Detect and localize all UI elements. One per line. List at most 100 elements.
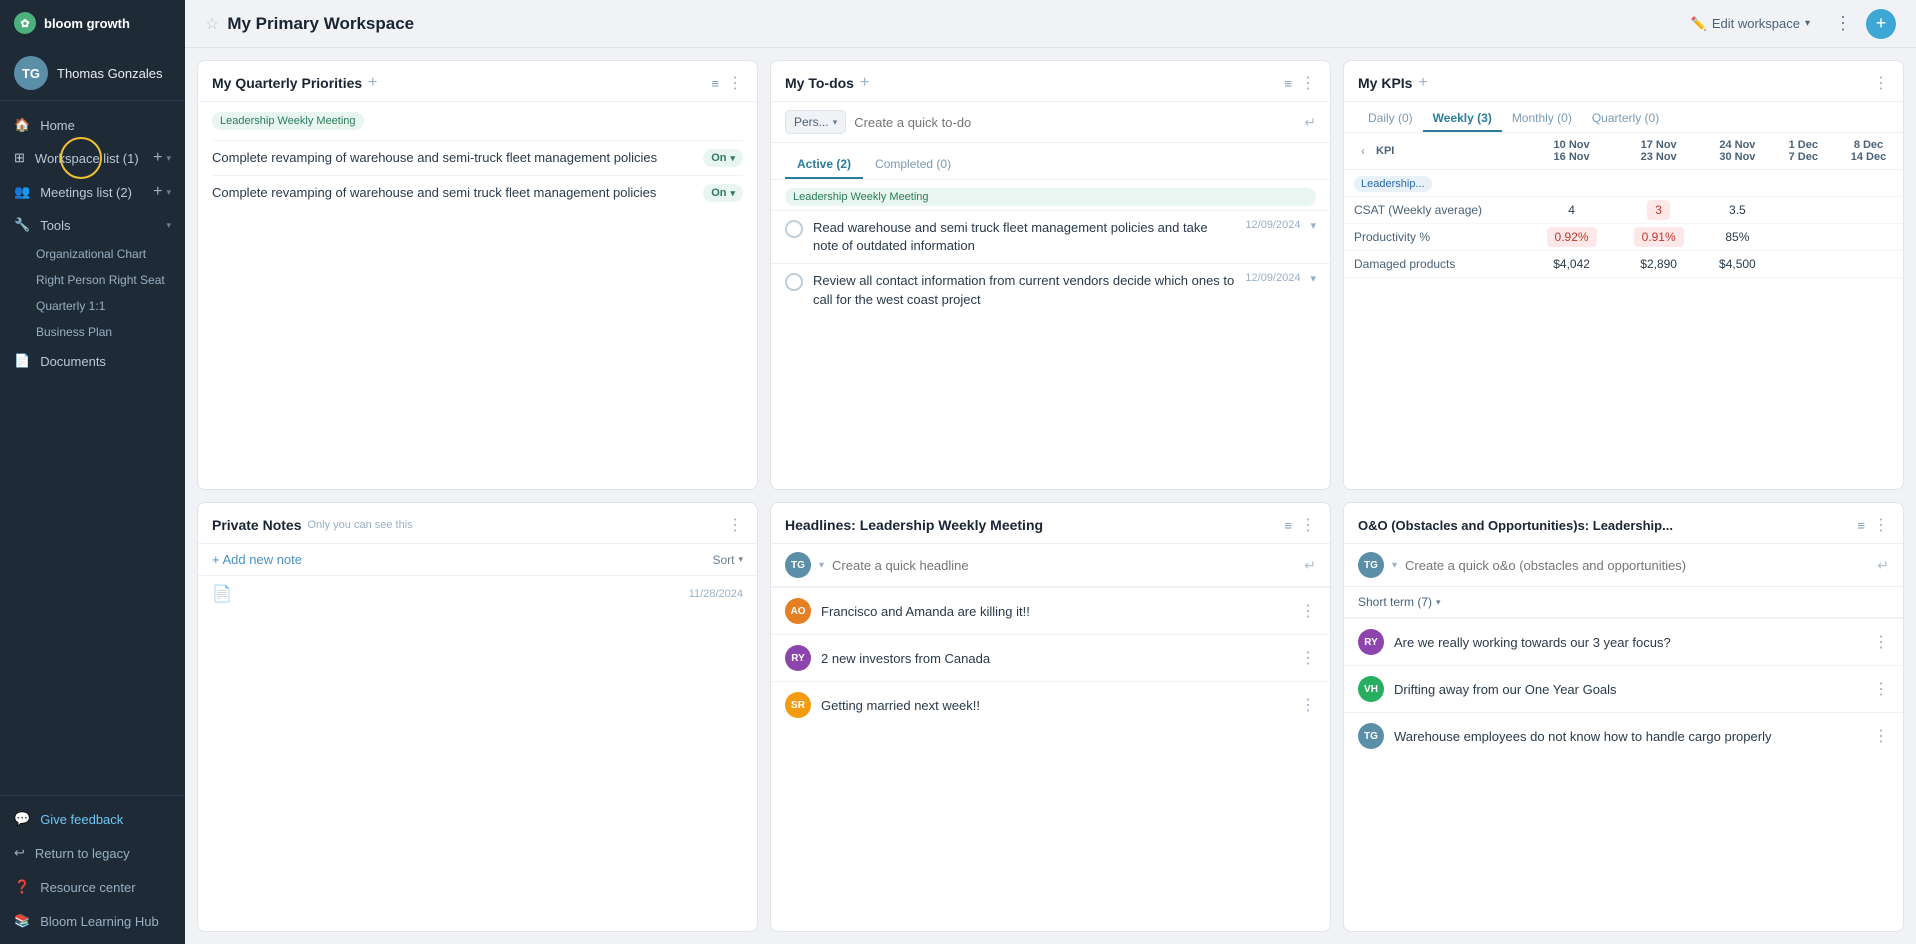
meetings-label: Meetings list (2) <box>40 185 132 200</box>
prev-arrow[interactable]: ‹ <box>1354 142 1372 160</box>
todos-header: My To-dos + ≡ ⋮ <box>771 61 1330 102</box>
question-icon: ❓ <box>14 879 30 895</box>
tools-icon: 🔧 <box>14 217 30 233</box>
tools-section[interactable]: 🔧 Tools ▾ <box>0 209 185 241</box>
oo-avatar-chevron[interactable]: ▾ <box>1392 560 1397 571</box>
tab-active[interactable]: Active (2) <box>785 151 863 179</box>
sidebar-item-home[interactable]: 🏠 Home <box>0 109 185 141</box>
kpis-more-icon[interactable]: ⋮ <box>1873 73 1889 93</box>
sidebar-item-business-plan[interactable]: Business Plan <box>0 319 185 345</box>
learning-hub-btn[interactable]: 📚 Bloom Learning Hub <box>0 904 185 938</box>
kpis-card: My KPIs + ⋮ Daily (0) Weekly (3) Monthly… <box>1343 60 1904 490</box>
todos-quick-add-input[interactable] <box>854 115 1296 130</box>
tab-daily[interactable]: Daily (0) <box>1358 106 1423 132</box>
sidebar-item-workspace[interactable]: ⊞ Workspace list (1) + ▾ <box>0 141 185 175</box>
oo-more-icon-1[interactable]: ⋮ <box>1873 679 1889 699</box>
headline-item-1: RY 2 new investors from Canada ⋮ <box>771 634 1330 681</box>
priority-status-0[interactable]: On <box>703 149 743 167</box>
priorities-actions: ≡ ⋮ <box>711 73 743 93</box>
user-name: Thomas Gonzales <box>57 66 163 81</box>
note-item[interactable]: 📄 11/28/2024 <box>198 575 757 612</box>
return-label: Return to legacy <box>35 846 130 861</box>
todos-card: My To-dos + ≡ ⋮ Pers... ▾ ↵ Active (2) <box>770 60 1331 490</box>
oo-more-icon-0[interactable]: ⋮ <box>1873 632 1889 652</box>
headlines-quick-add-input[interactable] <box>832 558 1296 573</box>
todo-expand-icon2[interactable]: ▾ <box>1310 272 1316 285</box>
todo-checkbox-0[interactable] <box>785 220 803 238</box>
add-button[interactable]: + <box>1866 9 1896 39</box>
todos-more-icon[interactable]: ⋮ <box>1300 73 1316 93</box>
tab-monthly[interactable]: Monthly (0) <box>1502 106 1582 132</box>
avatar: TG <box>14 56 48 90</box>
add-kpi-icon[interactable]: + <box>1418 74 1427 92</box>
priorities-more-icon[interactable]: ⋮ <box>727 73 743 93</box>
notes-more-icon[interactable]: ⋮ <box>727 515 743 535</box>
tab-quarterly[interactable]: Quarterly (0) <box>1582 106 1669 132</box>
meetings-icon: 👥 <box>14 184 30 200</box>
sidebar-item-documents[interactable]: 📄 Documents <box>0 345 185 377</box>
topbar-right: ✏️ Edit workspace ▾ ⋮ + <box>1681 9 1896 39</box>
page-title: My Primary Workspace <box>227 14 414 34</box>
resource-center-btn[interactable]: ❓ Resource center <box>0 870 185 904</box>
oo-more-icon-2[interactable]: ⋮ <box>1873 726 1889 746</box>
todos-sort-icon[interactable]: ≡ <box>1284 76 1292 91</box>
add-todo-icon[interactable]: + <box>860 74 869 92</box>
headline-item-0: AO Francisco and Amanda are killing it!!… <box>771 587 1330 634</box>
headline-left: AO Francisco and Amanda are killing it!! <box>785 598 1030 624</box>
kpi-header-name: ‹ KPI <box>1344 133 1528 170</box>
sidebar-item-quarterly[interactable]: Quarterly 1:1 <box>0 293 185 319</box>
priority-status-1[interactable]: On <box>703 184 743 202</box>
headlines-sort-icon[interactable]: ≡ <box>1284 518 1292 533</box>
tab-weekly[interactable]: Weekly (3) <box>1423 106 1502 132</box>
add-note-btn[interactable]: + Add new note <box>212 552 302 567</box>
chevron-down-icon: ▾ <box>166 153 171 164</box>
headline-left2: SR Getting married next week!! <box>785 692 980 718</box>
sort-icon[interactable]: ≡ <box>711 76 719 91</box>
headline-avatar-2: SR <box>785 692 811 718</box>
enter-icon: ↵ <box>1304 114 1316 131</box>
kpis-body: ‹ KPI 10 Nov 16 Nov 17 Nov 23 Nov <box>1344 133 1903 489</box>
headline-more-icon-1[interactable]: ⋮ <box>1300 648 1316 668</box>
priorities-header: My Quarterly Priorities + ≡ ⋮ <box>198 61 757 102</box>
learning-label: Bloom Learning Hub <box>40 914 159 929</box>
todo-expand-icon[interactable]: ▾ <box>1310 219 1316 232</box>
headline-more-icon-2[interactable]: ⋮ <box>1300 695 1316 715</box>
logo-text: bloom growth <box>44 16 130 31</box>
enter-icon2: ↵ <box>1304 557 1316 574</box>
star-icon[interactable]: ☆ <box>205 14 219 34</box>
headlines-avatar-chevron[interactable]: ▾ <box>819 560 824 571</box>
return-to-legacy-btn[interactable]: ↩ Return to legacy <box>0 836 185 870</box>
add-meeting-icon[interactable]: + <box>153 183 162 201</box>
kpi-header-col1: 17 Nov 23 Nov <box>1615 133 1702 170</box>
user-profile[interactable]: TG Thomas Gonzales <box>0 46 185 101</box>
oo-filter-btn[interactable]: Short term (7) ▾ <box>1358 595 1889 609</box>
tab-completed[interactable]: Completed (0) <box>863 151 963 179</box>
sidebar-item-org-chart[interactable]: Organizational Chart <box>0 241 185 267</box>
sidebar-bottom: 💬 Give feedback ↩ Return to legacy ❓ Res… <box>0 795 185 944</box>
give-feedback-btn[interactable]: 💬 Give feedback <box>0 802 185 836</box>
headline-left1: RY 2 new investors from Canada <box>785 645 990 671</box>
sidebar-item-meetings[interactable]: 👥 Meetings list (2) + ▾ <box>0 175 185 209</box>
todos-filter-btn[interactable]: Pers... ▾ <box>785 110 846 134</box>
sort-notes-btn[interactable]: Sort ▾ <box>712 553 743 567</box>
topbar-more-icon[interactable]: ⋮ <box>1834 13 1852 34</box>
oo-quick-add-input[interactable] <box>1405 558 1869 573</box>
chevron-down-icon3: ▾ <box>1805 18 1810 29</box>
oo-item-0: RY Are we really working towards our 3 y… <box>1344 618 1903 665</box>
todo-checkbox-1[interactable] <box>785 273 803 291</box>
sidebar-item-rprs[interactable]: Right Person Right Seat <box>0 267 185 293</box>
sidebar-item-label: Home <box>40 118 75 133</box>
tools-chevron-icon: ▾ <box>166 220 171 231</box>
headline-more-icon-0[interactable]: ⋮ <box>1300 601 1316 621</box>
todo-item: Review all contact information from curr… <box>771 263 1330 316</box>
oo-sort-icon[interactable]: ≡ <box>1857 518 1865 533</box>
oo-avatar-1: VH <box>1358 676 1384 702</box>
add-priority-icon[interactable]: + <box>368 74 377 92</box>
headlines-more-icon[interactable]: ⋮ <box>1300 515 1316 535</box>
topbar: ☆ My Primary Workspace ✏️ Edit workspace… <box>185 0 1916 48</box>
add-workspace-icon[interactable]: + <box>153 149 162 167</box>
oo-more-icon[interactable]: ⋮ <box>1873 515 1889 535</box>
feedback-label: Give feedback <box>40 812 123 827</box>
edit-workspace-button[interactable]: ✏️ Edit workspace ▾ <box>1681 11 1820 37</box>
oo-card: O&O (Obstacles and Opportunities)s: Lead… <box>1343 502 1904 932</box>
